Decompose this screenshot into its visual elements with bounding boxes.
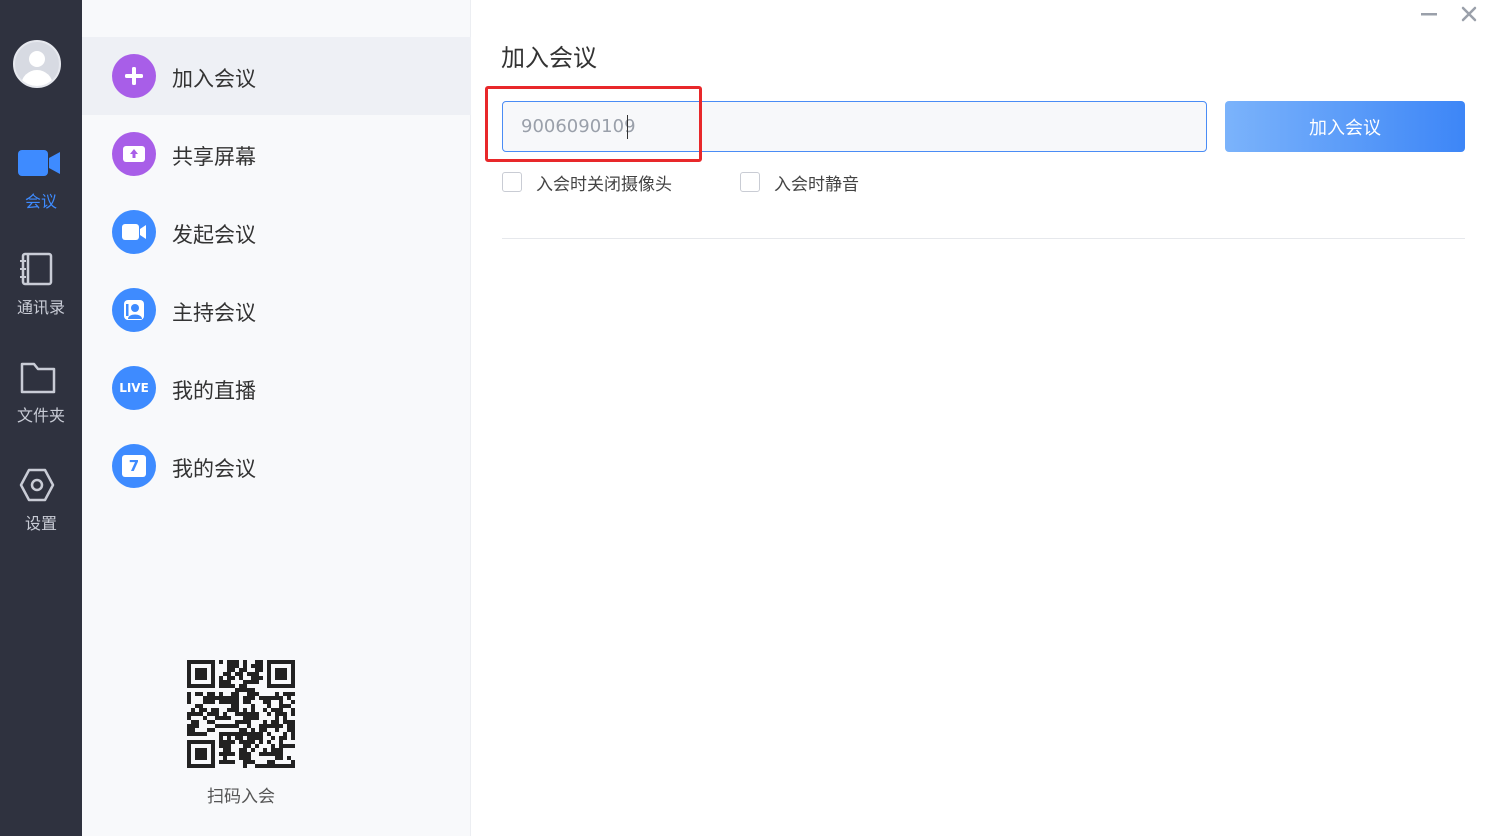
host-user-icon bbox=[112, 288, 156, 332]
divider bbox=[502, 238, 1465, 239]
menu-item-label: 发起会议 bbox=[172, 223, 256, 247]
settings-hexagon-icon bbox=[19, 468, 55, 502]
menu-item-label: 共享屏幕 bbox=[172, 145, 256, 169]
rail-item-label: 文件夹 bbox=[16, 406, 65, 425]
rail-item-settings[interactable]: 设置 bbox=[0, 468, 82, 548]
live-icon: LIVE bbox=[112, 366, 156, 410]
plus-icon bbox=[112, 54, 156, 98]
page-title: 加入会议 bbox=[501, 44, 597, 72]
rail-item-contacts[interactable]: 通讯录 bbox=[0, 252, 82, 332]
calendar-icon-text: 7 bbox=[128, 457, 140, 475]
meeting-menu: 加入会议 共享屏幕 发起会议 主持会议 LIVE 我的直播 7 我的会议 扫码入… bbox=[82, 0, 471, 836]
folder-icon bbox=[20, 362, 56, 394]
qr-code-image bbox=[187, 660, 295, 768]
menu-item-host-meeting[interactable]: 主持会议 bbox=[82, 271, 471, 349]
rail-item-label: 设置 bbox=[24, 514, 57, 533]
menu-item-join-meeting[interactable]: 加入会议 bbox=[82, 37, 471, 115]
menu-item-label: 我的直播 bbox=[172, 379, 256, 403]
avatar-body bbox=[21, 70, 53, 86]
rail-item-folder[interactable]: 文件夹 bbox=[0, 360, 82, 440]
mute-checkbox[interactable] bbox=[740, 172, 760, 192]
menu-item-start-meeting[interactable]: 发起会议 bbox=[82, 193, 471, 271]
main-panel: 加入会议 加入会议 入会时关闭摄像头 入会时静音 bbox=[471, 0, 1486, 836]
left-rail: 会议 通讯录 文件夹 设置 bbox=[0, 0, 82, 836]
menu-item-share-screen[interactable]: 共享屏幕 bbox=[82, 115, 471, 193]
close-icon[interactable] bbox=[1459, 4, 1479, 24]
calendar-icon: 7 bbox=[112, 444, 156, 488]
app-window: 会议 通讯录 文件夹 设置 加入会议 共享屏幕 发起会议 主持会议 LIVE 我… bbox=[0, 0, 1486, 836]
camera-off-checkbox[interactable] bbox=[502, 172, 522, 192]
menu-item-label: 主持会议 bbox=[172, 301, 256, 325]
text-caret bbox=[627, 115, 628, 139]
menu-item-my-meetings[interactable]: 7 我的会议 bbox=[82, 427, 471, 505]
option-label: 入会时关闭摄像头 bbox=[536, 175, 672, 195]
avatar[interactable] bbox=[13, 40, 61, 88]
rail-item-meeting[interactable]: 会议 bbox=[0, 146, 82, 226]
minimize-icon[interactable] bbox=[1419, 4, 1439, 24]
join-meeting-button[interactable]: 加入会议 bbox=[1225, 101, 1465, 152]
rail-item-label: 会议 bbox=[24, 192, 57, 211]
menu-item-label: 加入会议 bbox=[172, 67, 256, 91]
address-book-icon bbox=[20, 252, 53, 286]
rail-item-label: 通讯录 bbox=[16, 298, 65, 317]
qr-label: 扫码入会 bbox=[207, 787, 275, 807]
video-icon bbox=[112, 210, 156, 254]
menu-item-my-live[interactable]: LIVE 我的直播 bbox=[82, 349, 471, 427]
menu-item-label: 我的会议 bbox=[172, 457, 256, 481]
video-camera-icon bbox=[18, 150, 60, 176]
option-label: 入会时静音 bbox=[774, 175, 859, 195]
live-icon-text: LIVE bbox=[119, 381, 149, 395]
meeting-id-input[interactable] bbox=[502, 101, 1207, 152]
avatar-head bbox=[29, 51, 45, 67]
share-screen-icon bbox=[112, 132, 156, 176]
